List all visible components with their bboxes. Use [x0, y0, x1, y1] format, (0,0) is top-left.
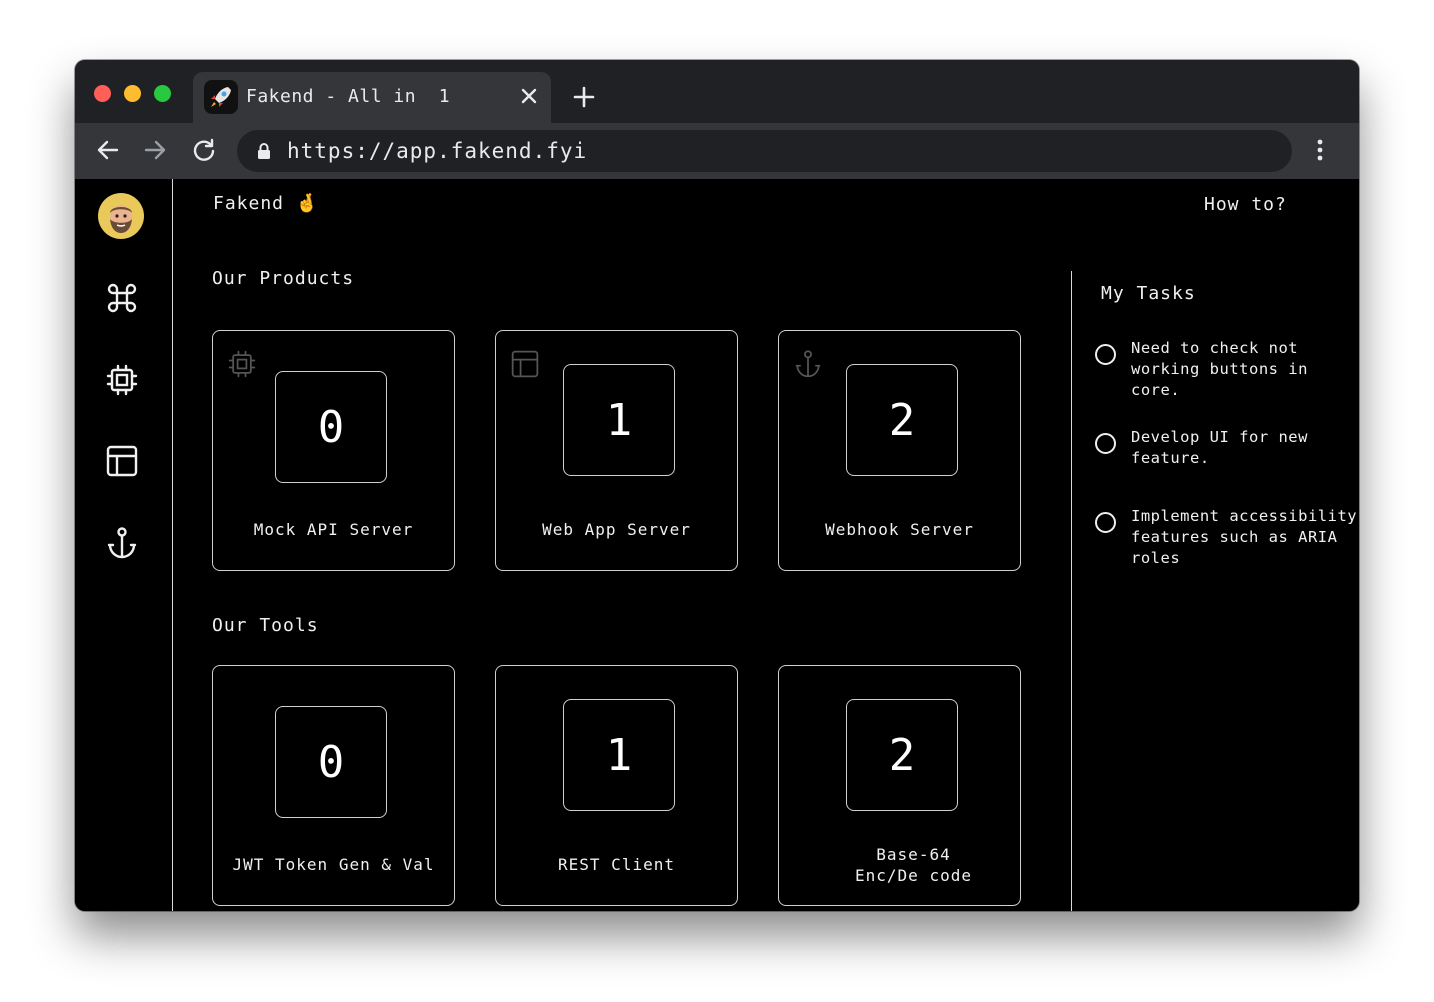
card-number: 0: [275, 371, 387, 483]
tool-card-base64[interactable]: 2 Base-64 Enc/De code: [778, 665, 1021, 906]
card-label: Webhook Server: [825, 520, 974, 539]
card-number: 1: [563, 699, 675, 811]
browser-tab[interactable]: Fakend - All in 1: [193, 72, 551, 123]
layout-icon: [511, 350, 539, 378]
card-number: 1: [563, 364, 675, 476]
task-text: Need to check not working buttons in cor…: [1131, 339, 1308, 399]
card-number: 2: [846, 364, 958, 476]
tasks-divider: [1071, 271, 1072, 911]
task-text: Develop UI for new feature.: [1131, 428, 1308, 467]
avatar[interactable]: [98, 193, 144, 239]
browser-titlebar: Fakend - All in 1: [75, 60, 1359, 123]
close-tab-icon[interactable]: [520, 87, 538, 105]
task-checkbox[interactable]: [1095, 344, 1116, 365]
app-root: Fakend 🤞 How to? Our Products 0 Mock API…: [75, 179, 1359, 911]
sidebar: [75, 179, 173, 911]
products-section-title: Our Products: [212, 268, 355, 289]
kebab-menu-icon[interactable]: [1315, 137, 1325, 163]
layout-icon[interactable]: [105, 444, 139, 478]
brand-title: Fakend 🤞: [213, 193, 319, 214]
brand-emoji: 🤞: [295, 193, 320, 214]
product-card-web-app[interactable]: 1 Web App Server: [495, 330, 738, 571]
browser-toolbar: https://app.fakend.fyi: [75, 123, 1359, 179]
tools-section-title: Our Tools: [212, 615, 319, 636]
url-text: https://app.fakend.fyi: [287, 139, 588, 163]
minimize-window-button[interactable]: [124, 85, 141, 102]
product-card-mock-api[interactable]: 0 Mock API Server: [212, 330, 455, 571]
tasks-title: My Tasks: [1101, 283, 1196, 304]
card-number: 2: [846, 699, 958, 811]
how-to-link[interactable]: How to?: [1204, 194, 1287, 215]
tab-title: Fakend - All in 1: [246, 86, 451, 107]
browser-window: Fakend - All in 1 https://app.fakend.fyi: [75, 60, 1359, 911]
anchor-icon[interactable]: [105, 526, 139, 560]
card-label: Mock API Server: [253, 520, 414, 539]
tool-card-jwt[interactable]: 0 JWT Token Gen & Val: [212, 665, 455, 906]
address-bar[interactable]: https://app.fakend.fyi: [237, 130, 1292, 172]
product-card-webhook[interactable]: 2 Webhook Server: [778, 330, 1021, 571]
maximize-window-button[interactable]: [154, 85, 171, 102]
card-label: Web App Server: [542, 520, 691, 539]
task-checkbox[interactable]: [1095, 512, 1116, 533]
command-icon[interactable]: [105, 281, 139, 315]
cpu-icon: [228, 350, 256, 378]
lock-icon: [258, 143, 270, 159]
task-checkbox[interactable]: [1095, 433, 1116, 454]
card-label: Base-64 Enc/De code: [855, 845, 972, 885]
anchor-icon: [795, 350, 821, 378]
close-window-button[interactable]: [94, 85, 111, 102]
brand-name: Fakend: [213, 193, 285, 214]
tool-card-rest-client[interactable]: 1 REST Client: [495, 665, 738, 906]
reload-icon[interactable]: [191, 137, 217, 163]
back-arrow-icon[interactable]: [95, 137, 121, 163]
card-label: JWT Token Gen & Val: [232, 855, 435, 874]
forward-arrow-icon[interactable]: [142, 137, 168, 163]
rocket-icon: [204, 80, 238, 114]
new-tab-icon[interactable]: [573, 86, 595, 108]
card-label: REST Client: [558, 855, 675, 874]
cpu-icon[interactable]: [105, 363, 139, 397]
task-text: Implement accessibility features such as…: [1131, 507, 1358, 567]
card-number: 0: [275, 706, 387, 818]
